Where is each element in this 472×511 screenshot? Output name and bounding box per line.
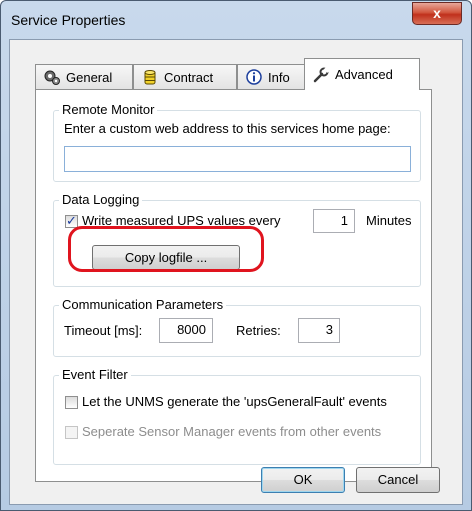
cancel-label: Cancel bbox=[377, 472, 419, 487]
wrench-icon bbox=[313, 65, 331, 83]
gears-icon bbox=[44, 69, 60, 85]
cancel-button[interactable]: Cancel bbox=[356, 467, 440, 493]
event-filter-group: Event Filter Let the UNMS generate the '… bbox=[53, 367, 421, 465]
title-bar[interactable]: Service Properties x bbox=[1, 1, 471, 39]
ok-label: OK bbox=[293, 472, 313, 487]
event-filter-legend: Event Filter bbox=[59, 367, 131, 382]
tab-info-label: Info bbox=[268, 69, 290, 85]
ok-button[interactable]: OK bbox=[261, 467, 345, 493]
separate-sensor-events-label: Seperate Sensor Manager events from othe… bbox=[82, 424, 382, 439]
database-icon bbox=[142, 69, 158, 85]
tab-advanced-label: Advanced bbox=[335, 67, 393, 82]
window-title: Service Properties bbox=[11, 12, 126, 28]
remote-monitor-description: Enter a custom web address to this servi… bbox=[64, 121, 391, 136]
tab-info[interactable]: Info bbox=[237, 64, 305, 89]
generate-fault-events-checkbox[interactable] bbox=[65, 396, 78, 409]
communication-legend: Communication Parameters bbox=[59, 297, 227, 312]
tab-contract[interactable]: Contract bbox=[133, 64, 237, 89]
close-icon: x bbox=[433, 5, 441, 21]
tab-general[interactable]: General bbox=[35, 64, 133, 89]
minutes-label: Minutes bbox=[366, 213, 412, 228]
data-logging-legend: Data Logging bbox=[59, 192, 143, 207]
red-highlight-annotation bbox=[68, 226, 264, 272]
dialog-client-area: General Contract Info Advanced Remote Mo… bbox=[9, 39, 463, 505]
timeout-label: Timeout [ms]: bbox=[64, 323, 143, 338]
retries-label: Retries: bbox=[236, 323, 281, 338]
communication-group: Communication Parameters Timeout [ms]: 8… bbox=[53, 297, 421, 357]
tab-advanced[interactable]: Advanced bbox=[304, 58, 420, 90]
timeout-input[interactable]: 8000 bbox=[159, 318, 213, 343]
close-button[interactable]: x bbox=[412, 2, 462, 25]
separate-sensor-events-checkbox bbox=[65, 426, 78, 439]
remote-monitor-group: Remote Monitor Enter a custom web addres… bbox=[53, 102, 421, 182]
retries-input[interactable]: 3 bbox=[298, 318, 340, 343]
interval-input[interactable]: 1 bbox=[313, 209, 355, 233]
remote-monitor-legend: Remote Monitor bbox=[59, 102, 158, 117]
info-icon bbox=[246, 69, 262, 85]
generate-fault-events-label[interactable]: Let the UNMS generate the 'upsGeneralFau… bbox=[82, 394, 387, 409]
advanced-tab-panel: Remote Monitor Enter a custom web addres… bbox=[35, 89, 432, 482]
url-input[interactable] bbox=[64, 146, 411, 172]
tab-contract-label: Contract bbox=[164, 69, 214, 85]
tab-general-label: General bbox=[66, 69, 113, 85]
